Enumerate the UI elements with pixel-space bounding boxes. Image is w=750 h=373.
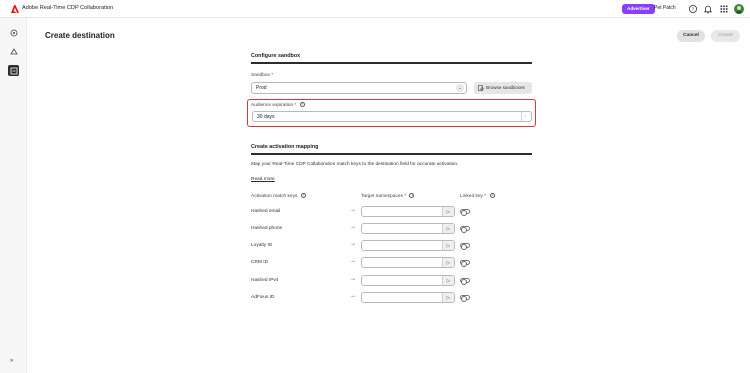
linked-key-toggle[interactable] xyxy=(460,243,470,250)
configure-sandbox-heading: Configure sandbox xyxy=(251,53,301,59)
chevron-down-icon: ⌄ xyxy=(456,84,464,92)
arrow-right-icon: → xyxy=(350,241,356,247)
audiences-icon xyxy=(9,47,18,54)
audience-expiration-label: Audience expiration * xyxy=(251,102,305,108)
info-icon[interactable] xyxy=(300,193,306,198)
create-button[interactable]: Create xyxy=(711,30,740,42)
linked-key-toggle[interactable] xyxy=(460,260,470,267)
folder-search-icon xyxy=(478,85,484,91)
help-icon[interactable]: ? xyxy=(688,4,698,14)
info-icon[interactable] xyxy=(299,102,305,107)
namespace-input[interactable]: ▷ xyxy=(361,240,455,251)
role-badge: Advertiser xyxy=(622,4,655,14)
namespace-input[interactable]: ▷ xyxy=(361,275,455,286)
match-keys-column-header: Activation match keys xyxy=(251,193,306,199)
expand-chevrons-icon[interactable]: » xyxy=(10,358,13,364)
select-namespace-icon[interactable]: ▷ xyxy=(442,276,454,285)
arrow-right-icon: → xyxy=(350,276,356,282)
linked-key-column-header: Linked key * xyxy=(460,193,495,199)
svg-text:?: ? xyxy=(692,7,695,12)
bell-icon[interactable] xyxy=(703,4,713,14)
sandbox-select-value: Prod xyxy=(256,85,267,91)
rail-item-audiences[interactable] xyxy=(8,46,19,57)
select-namespace-icon[interactable]: ▷ xyxy=(442,207,454,216)
browse-sandboxes-label: Browse sandboxes xyxy=(486,85,525,90)
sandbox-label: Sandbox * xyxy=(251,73,274,78)
org-switcher[interactable]: Pet Patch xyxy=(654,5,676,11)
left-rail: » xyxy=(0,18,27,373)
apps-grid-icon[interactable] xyxy=(719,4,729,14)
linked-key-toggle[interactable] xyxy=(460,295,470,302)
arrow-right-icon: → xyxy=(350,224,356,230)
activation-mapping-heading: Create activation mapping xyxy=(251,144,319,150)
section-divider xyxy=(251,62,532,64)
user-avatar[interactable] xyxy=(734,4,744,14)
match-key-label: Hashed IPv4 xyxy=(251,278,279,283)
read-more-link[interactable]: Read more xyxy=(251,177,275,182)
match-key-label: Hashed email xyxy=(251,209,281,214)
browse-sandboxes-button[interactable]: Browse sandboxes xyxy=(474,82,532,94)
app-title[interactable]: Adobe Real-Time CDP Collaboration xyxy=(22,5,113,11)
page-title: Create destination xyxy=(45,31,115,40)
arrow-right-icon: → xyxy=(350,258,356,264)
info-icon[interactable] xyxy=(409,193,415,198)
adobe-logo-icon[interactable] xyxy=(11,5,19,13)
select-namespace-icon[interactable]: ▷ xyxy=(442,258,454,267)
rail-item-home[interactable] xyxy=(8,27,19,38)
section-divider xyxy=(251,153,532,155)
match-key-label: CRM ID xyxy=(251,260,269,265)
match-key-label: AdFixus ID xyxy=(251,295,275,300)
stepper-icon[interactable]: ⌃ xyxy=(521,112,529,122)
top-header: Adobe Real-Time CDP Collaboration Advert… xyxy=(0,0,750,18)
home-icon xyxy=(10,29,17,36)
linked-key-toggle[interactable] xyxy=(460,226,470,233)
destinations-icon xyxy=(10,67,17,74)
namespace-input[interactable]: ▷ xyxy=(361,206,455,217)
sandbox-select[interactable]: Prod ⌄ xyxy=(251,82,467,94)
info-icon[interactable] xyxy=(489,193,495,198)
match-key-label: Loyalty ID xyxy=(251,243,273,248)
audience-expiration-value: 30 days xyxy=(257,114,275,120)
namespaces-column-header: Target namespaces * xyxy=(361,193,415,199)
arrow-right-icon: → xyxy=(350,293,356,299)
namespace-input[interactable]: ▷ xyxy=(361,223,455,234)
namespace-input[interactable]: ▷ xyxy=(361,292,455,303)
audience-expiration-input[interactable]: 30 days ⌃ xyxy=(252,111,532,122)
cancel-button[interactable]: Cancel xyxy=(677,30,705,42)
select-namespace-icon[interactable]: ▷ xyxy=(442,241,454,250)
mapping-description: Map your Real-Time CDP Collaboration mat… xyxy=(251,162,459,167)
select-namespace-icon[interactable]: ▷ xyxy=(442,293,454,302)
match-key-label: Hashed phone xyxy=(251,226,283,231)
select-namespace-icon[interactable]: ▷ xyxy=(442,224,454,233)
arrow-right-icon: → xyxy=(350,207,356,213)
linked-key-toggle[interactable] xyxy=(460,278,470,285)
linked-key-toggle[interactable] xyxy=(460,209,470,216)
rail-item-destinations[interactable] xyxy=(8,65,19,76)
namespace-input[interactable]: ▷ xyxy=(361,257,455,268)
